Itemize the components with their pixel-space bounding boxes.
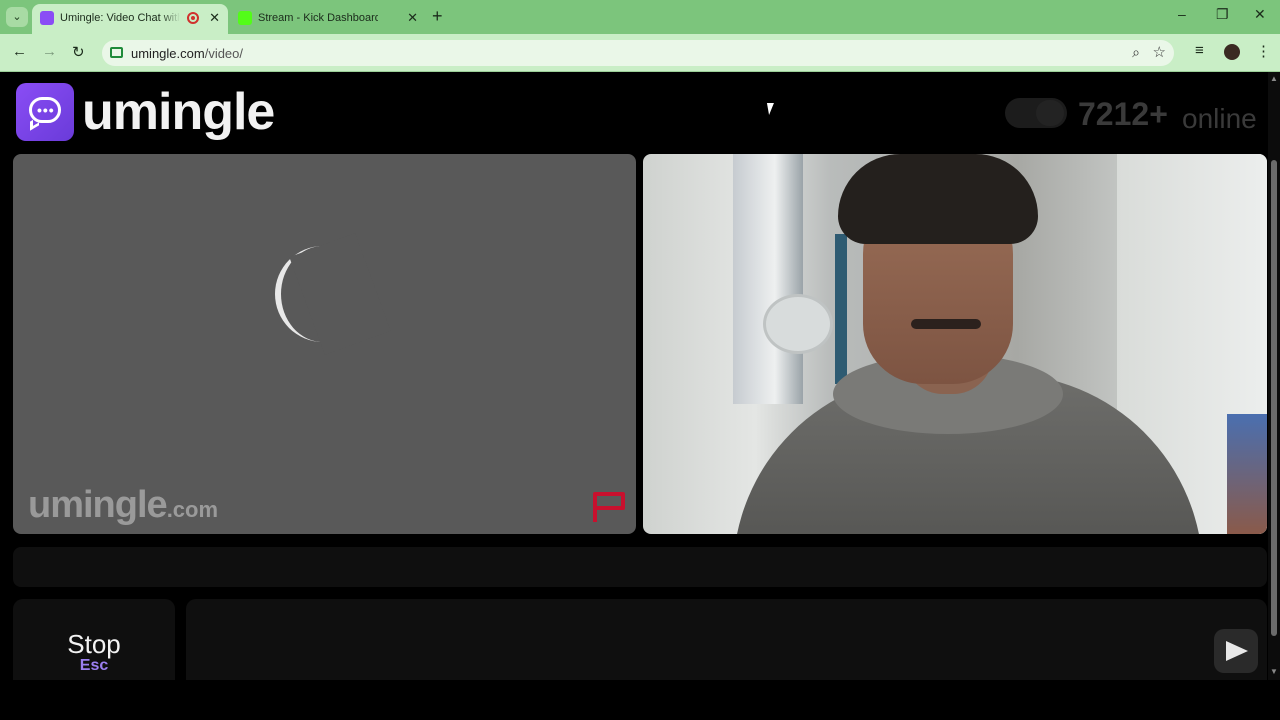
bottom-edge — [0, 680, 1280, 720]
online-count: 7212+ — [1078, 96, 1168, 132]
stranger-video: umingle.com — [13, 154, 636, 534]
stop-label: Stop — [67, 629, 121, 659]
camera-in-use-icon[interactable] — [110, 47, 123, 58]
tab-search-chevron-down-icon[interactable]: ⌄ — [6, 7, 28, 27]
report-flag-icon[interactable] — [591, 490, 627, 524]
stop-shortcut-key: Esc — [79, 657, 109, 674]
scroll-down-icon[interactable]: ▼ — [1270, 667, 1278, 676]
video-watermark: umingle.com — [28, 484, 219, 526]
umingle-favicon-icon — [40, 11, 54, 25]
bookmark-star-icon[interactable]: ☆ — [1153, 43, 1166, 61]
page-content: ••• umingle 7212+ online umingle.com Sto… — [0, 72, 1268, 680]
scroll-thumb[interactable] — [1271, 160, 1277, 636]
chat-log — [13, 547, 1267, 587]
umingle-logo-icon[interactable]: ••• — [16, 83, 74, 141]
window-close-icon[interactable]: ✕ — [1254, 6, 1266, 23]
online-label: online — [1182, 103, 1257, 134]
url-text[interactable]: umingle.com/video/ — [131, 46, 243, 61]
kick-favicon-icon — [238, 11, 252, 25]
tab-title: Umingle: Video Chat with Strangers — [60, 12, 180, 24]
self-video — [643, 154, 1267, 534]
send-icon[interactable] — [1214, 629, 1258, 673]
tab-close-icon[interactable]: ✕ — [209, 10, 220, 26]
minimize-icon[interactable]: – — [1178, 6, 1186, 22]
back-icon[interactable]: ← — [12, 43, 27, 60]
stop-button[interactable]: Stop Esc — [13, 599, 175, 680]
forward-icon[interactable]: → — [42, 43, 57, 60]
brand-name[interactable]: umingle — [82, 82, 275, 142]
new-tab-plus-icon[interactable]: + — [432, 6, 443, 27]
reload-icon[interactable]: ↻ — [72, 43, 85, 61]
address-bar[interactable]: umingle.com/video/ ⌕ ☆ — [102, 40, 1174, 66]
menu-icon[interactable]: ⋮ — [1256, 42, 1271, 60]
message-input[interactable] — [186, 599, 1267, 680]
tab-close-icon[interactable]: ✕ — [407, 10, 418, 26]
browser-toolbar: ← → ↻ umingle.com/video/ ⌕ ☆ ≡ ⋮ — [0, 34, 1280, 72]
scroll-up-icon[interactable]: ▲ — [1270, 74, 1278, 83]
tab-title: Stream - Kick Dashboard — [258, 12, 378, 24]
zoom-icon[interactable]: ⌕ — [1132, 44, 1140, 61]
recording-indicator-icon — [187, 12, 199, 24]
profile-avatar-icon[interactable] — [1224, 44, 1240, 60]
page-scrollbar[interactable]: ▲ ▼ — [1268, 72, 1280, 680]
media-controls-icon[interactable]: ≡ — [1195, 42, 1204, 59]
theme-toggle[interactable] — [1005, 98, 1067, 128]
restore-icon[interactable]: ❐ — [1216, 6, 1229, 23]
tab-umingle[interactable]: Umingle: Video Chat with Strangers ✕ — [32, 4, 228, 34]
tab-bar: ⌄ Umingle: Video Chat with Strangers ✕ S… — [0, 0, 1280, 34]
tab-kick-dashboard[interactable]: Stream - Kick Dashboard ✕ — [230, 4, 426, 34]
